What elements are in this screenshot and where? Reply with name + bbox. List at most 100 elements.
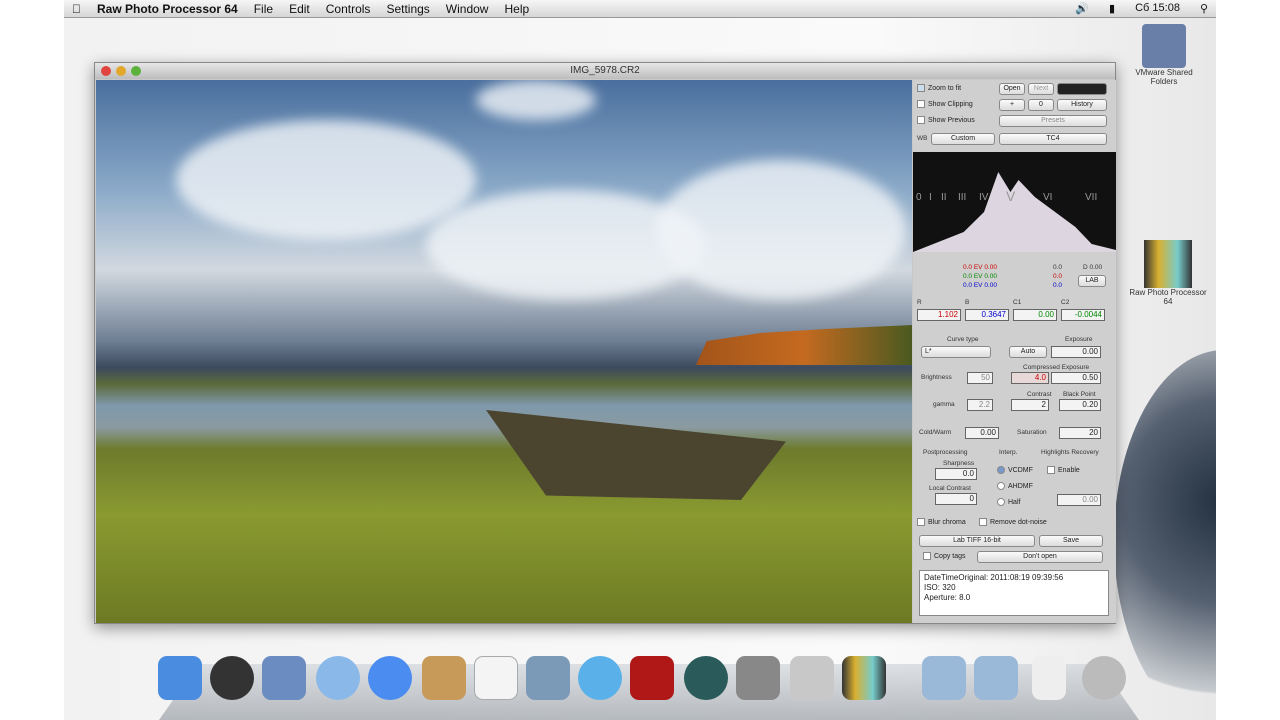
dashboard-icon[interactable] (210, 656, 254, 700)
applications-folder-icon[interactable] (922, 656, 966, 700)
label: Show Clipping (928, 100, 973, 108)
black-point-field[interactable]: 0.20 (1059, 399, 1101, 411)
open-button[interactable]: Open (999, 83, 1025, 95)
zone-label: V (1006, 188, 1016, 204)
zone-label: 0 (916, 192, 922, 203)
b-field[interactable]: 0.3647 (965, 309, 1009, 321)
show-clipping-checkbox[interactable] (917, 100, 925, 108)
clock[interactable]: Сб 15:08 (1127, 2, 1188, 15)
menu-edit[interactable]: Edit (281, 2, 318, 16)
ce-strength-field[interactable]: 4.0 (1011, 372, 1049, 384)
app-icon (1144, 240, 1192, 288)
documents-folder-icon[interactable] (974, 656, 1018, 700)
itunes-icon[interactable] (578, 656, 622, 700)
histogram: 0 I II III IV V VI VII (913, 152, 1116, 252)
format-dropdown[interactable]: Lab TIFF 16-bit (919, 535, 1035, 547)
contrast-field[interactable]: 2 (1011, 399, 1049, 411)
desktop:  Raw Photo Processor 64 File Edit Contr… (64, 0, 1216, 720)
volume-icon[interactable]: 🔊 (1067, 2, 1097, 15)
desktop-icon-rpp[interactable]: Raw Photo Processor 64 (1128, 240, 1208, 306)
wb-dropdown[interactable]: Custom (931, 133, 995, 145)
title-bar[interactable]: IMG_5978.CR2 (95, 63, 1115, 79)
label: C1 (1013, 299, 1022, 306)
menu-controls[interactable]: Controls (318, 2, 379, 16)
zone-label: II (941, 192, 947, 203)
ev-r: 0.0 EV 0.00 (963, 264, 997, 271)
history-button[interactable]: History (1057, 99, 1107, 111)
raw-photo-processor-icon[interactable] (842, 656, 886, 700)
app-menu[interactable]: Raw Photo Processor 64 (89, 2, 246, 16)
trash-icon[interactable] (1082, 656, 1126, 700)
zoom-to-fit-checkbox[interactable] (917, 84, 925, 92)
ical-icon[interactable] (474, 656, 518, 700)
label: Show Previous (928, 116, 975, 124)
apple-menu-icon[interactable]:  (64, 2, 89, 16)
safari-icon[interactable] (316, 656, 360, 700)
open-after-dropdown[interactable]: Don't open (977, 551, 1103, 563)
gamma-field[interactable]: 2.2 (967, 399, 993, 411)
next-button[interactable]: Next (1028, 83, 1054, 95)
ahdmf-radio[interactable] (997, 482, 1005, 490)
save-button[interactable]: Save (1039, 535, 1103, 547)
minimize-button[interactable] (116, 66, 126, 76)
finder-icon[interactable] (158, 656, 202, 700)
sharpness-field[interactable]: 0.0 (935, 468, 977, 480)
desktop-icon-shared-folders[interactable]: VMware Shared Folders (1124, 24, 1204, 86)
photo-booth-icon[interactable] (630, 656, 674, 700)
label: Sharpness (943, 460, 975, 467)
photo-preview[interactable] (96, 80, 912, 623)
vcdmf-radio[interactable] (997, 466, 1005, 474)
presets-dropdown[interactable]: Presets (999, 115, 1107, 127)
address-book-icon[interactable] (422, 656, 466, 700)
enable-checkbox[interactable] (1047, 466, 1055, 474)
zoom-button[interactable] (131, 66, 141, 76)
label: Interp. (999, 449, 1018, 456)
exif-line: ISO: 320 (924, 583, 956, 592)
flag-icon[interactable]: ▮ (1101, 2, 1123, 15)
brightness-field[interactable]: 50 (967, 372, 993, 384)
downloads-icon[interactable] (790, 656, 834, 700)
lab-button[interactable]: LAB (1078, 275, 1106, 287)
close-button[interactable] (101, 66, 111, 76)
local-contrast-field[interactable]: 0 (935, 493, 977, 505)
iphoto-icon[interactable] (526, 656, 570, 700)
auto-button[interactable]: Auto (1009, 346, 1047, 358)
ev-b: 0.0 EV 0.00 (963, 282, 997, 289)
ichat-icon[interactable] (368, 656, 412, 700)
curve-type-dropdown[interactable]: L* (921, 346, 991, 358)
zero-button[interactable]: 0 (1028, 99, 1054, 111)
window-title: IMG_5978.CR2 (570, 65, 640, 76)
system-preferences-icon[interactable] (736, 656, 780, 700)
c2-field[interactable]: -0.0044 (1061, 309, 1105, 321)
zone-label: VII (1085, 192, 1098, 203)
exif-info[interactable]: DateTimeOriginal: 2011:08:19 09:39:56 IS… (919, 570, 1109, 616)
c1-field[interactable]: 0.00 (1013, 309, 1057, 321)
copy-tags-checkbox[interactable] (923, 552, 931, 560)
exposure-field[interactable]: 0.00 (1051, 346, 1101, 358)
exif-line: Aperture: 8.0 (924, 593, 971, 602)
cursor-area[interactable] (1057, 83, 1107, 95)
time-machine-icon[interactable] (684, 656, 728, 700)
show-previous-checkbox[interactable] (917, 116, 925, 124)
profile-dropdown[interactable]: TC4 (999, 133, 1107, 145)
remove-dot-noise-checkbox[interactable] (979, 518, 987, 526)
highlights-field[interactable]: 0.00 (1057, 494, 1101, 506)
menu-file[interactable]: File (246, 2, 281, 16)
plus-button[interactable]: + (999, 99, 1025, 111)
menu-help[interactable]: Help (496, 2, 537, 16)
label: VCDMF (1008, 466, 1033, 474)
mail-icon[interactable] (262, 656, 306, 700)
ce-field[interactable]: 0.50 (1051, 372, 1101, 384)
spotlight-icon[interactable]: ⚲ (1192, 2, 1216, 15)
cold-warm-field[interactable]: 0.00 (965, 427, 999, 439)
document-icon[interactable] (1032, 656, 1066, 700)
saturation-field[interactable]: 20 (1059, 427, 1101, 439)
label: Saturation (1017, 429, 1047, 436)
blur-chroma-checkbox[interactable] (917, 518, 925, 526)
menu-settings[interactable]: Settings (378, 2, 437, 16)
menu-window[interactable]: Window (438, 2, 497, 16)
icon-label: Raw Photo Processor 64 (1129, 288, 1207, 306)
r-field[interactable]: 1.102 (917, 309, 961, 321)
label: Zoom to fit (928, 84, 962, 92)
half-radio[interactable] (997, 498, 1005, 506)
